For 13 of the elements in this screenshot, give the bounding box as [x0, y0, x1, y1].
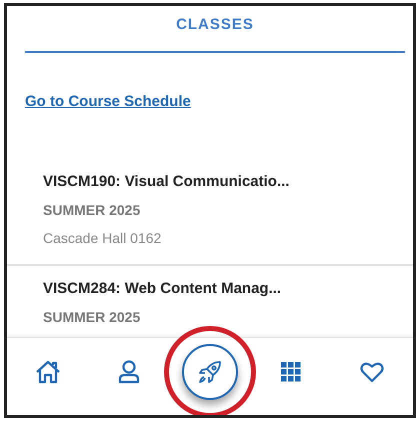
class-term: SUMMER 2025 [43, 202, 142, 218]
grid-icon [281, 362, 302, 382]
course-schedule-link[interactable]: Go to Course Schedule [25, 93, 191, 110]
rocket-icon [198, 360, 222, 384]
class-term: SUMMER 2025 [43, 309, 142, 325]
person-icon [118, 360, 140, 384]
heart-icon [360, 361, 384, 383]
class-name[interactable]: VISCM284: Web Content Manag... [43, 280, 413, 297]
class-name[interactable]: VISCM190: Visual Communicatio... [43, 173, 413, 190]
rocket-button[interactable] [182, 344, 238, 400]
home-icon [34, 360, 61, 384]
class-room: Cascade Hall 0162 [43, 230, 162, 246]
page-title: CLASSES [176, 16, 254, 33]
